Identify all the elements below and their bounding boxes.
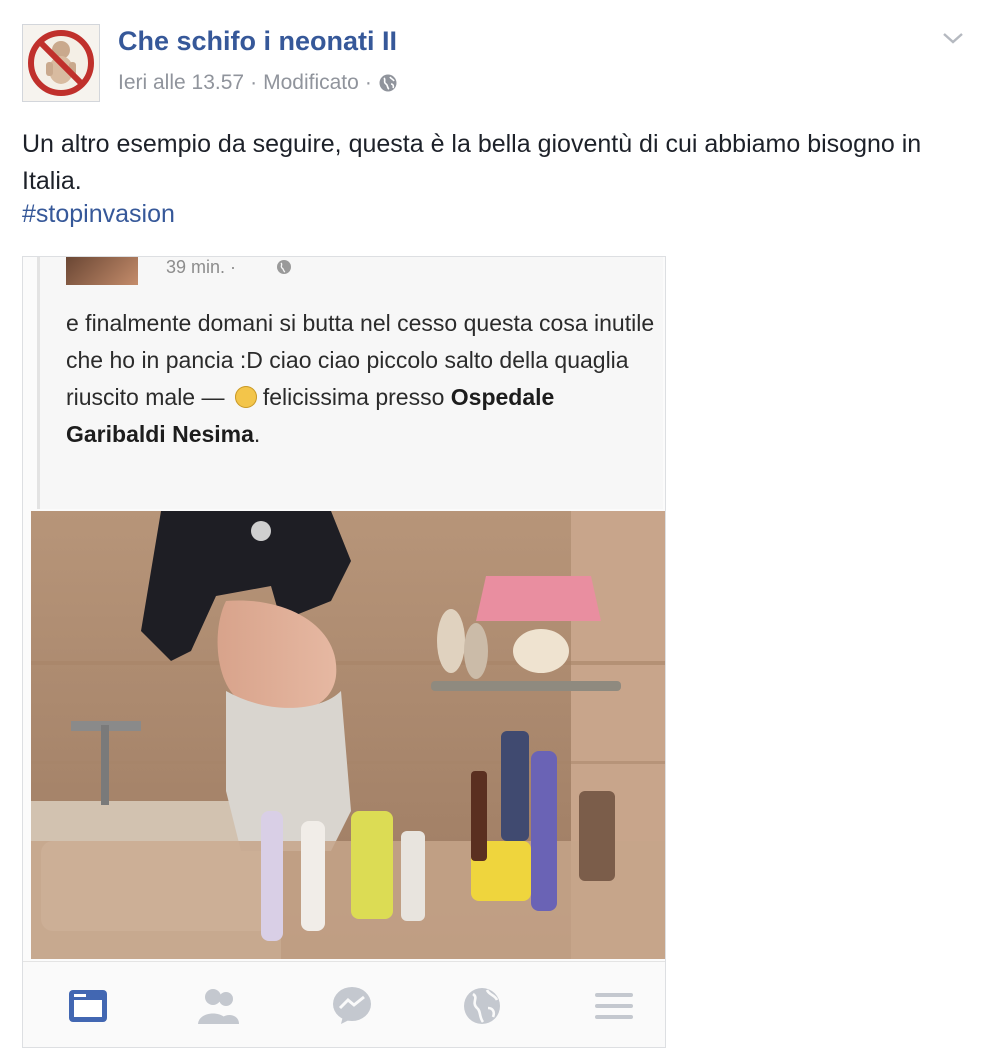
post-text: Un altro esempio da seguire, questa è la… — [22, 130, 922, 195]
edited-label[interactable]: Modificato — [263, 71, 359, 95]
post-timestamp[interactable]: Ieri alle 13.57 — [118, 71, 244, 95]
screenshot-feeling: felicissima presso — [262, 384, 445, 410]
page-avatar[interactable] — [22, 24, 100, 102]
screenshot-time: 39 min. · — [166, 257, 237, 277]
emoji-icon — [234, 386, 257, 408]
menu-icon — [595, 993, 633, 1019]
screenshot-post-card: 39 min. · e finalmente domani si butta n… — [37, 257, 663, 509]
news-feed-icon — [69, 990, 107, 1022]
post-meta: Ieri alle 13.57 · Modificato · — [118, 71, 398, 95]
screenshot-globe-icon — [277, 260, 291, 274]
screenshot-place-end: . — [253, 421, 261, 447]
meta-separator: · — [250, 71, 258, 94]
screenshot-tab-bar — [23, 961, 665, 1047]
chevron-down-icon[interactable] — [940, 28, 966, 48]
post-photo[interactable]: 39 min. · e finalmente domani si butta n… — [22, 256, 666, 1048]
globe-icon[interactable] — [378, 73, 398, 93]
screenshot-avatar — [66, 257, 138, 285]
screenshot-status-text: e finalmente domani si butta nel cesso q… — [66, 305, 656, 453]
hashtag-link[interactable]: #stopinvasion — [22, 200, 175, 229]
meta-separator-2: · — [364, 71, 372, 94]
no-babies-logo-icon — [28, 30, 94, 96]
friends-icon — [198, 989, 239, 1024]
messenger-icon — [333, 987, 371, 1024]
page-name-link[interactable]: Che schifo i neonati II — [118, 26, 397, 57]
mirror-selfie-image — [31, 511, 665, 959]
globe-notifications-icon — [464, 988, 500, 1024]
